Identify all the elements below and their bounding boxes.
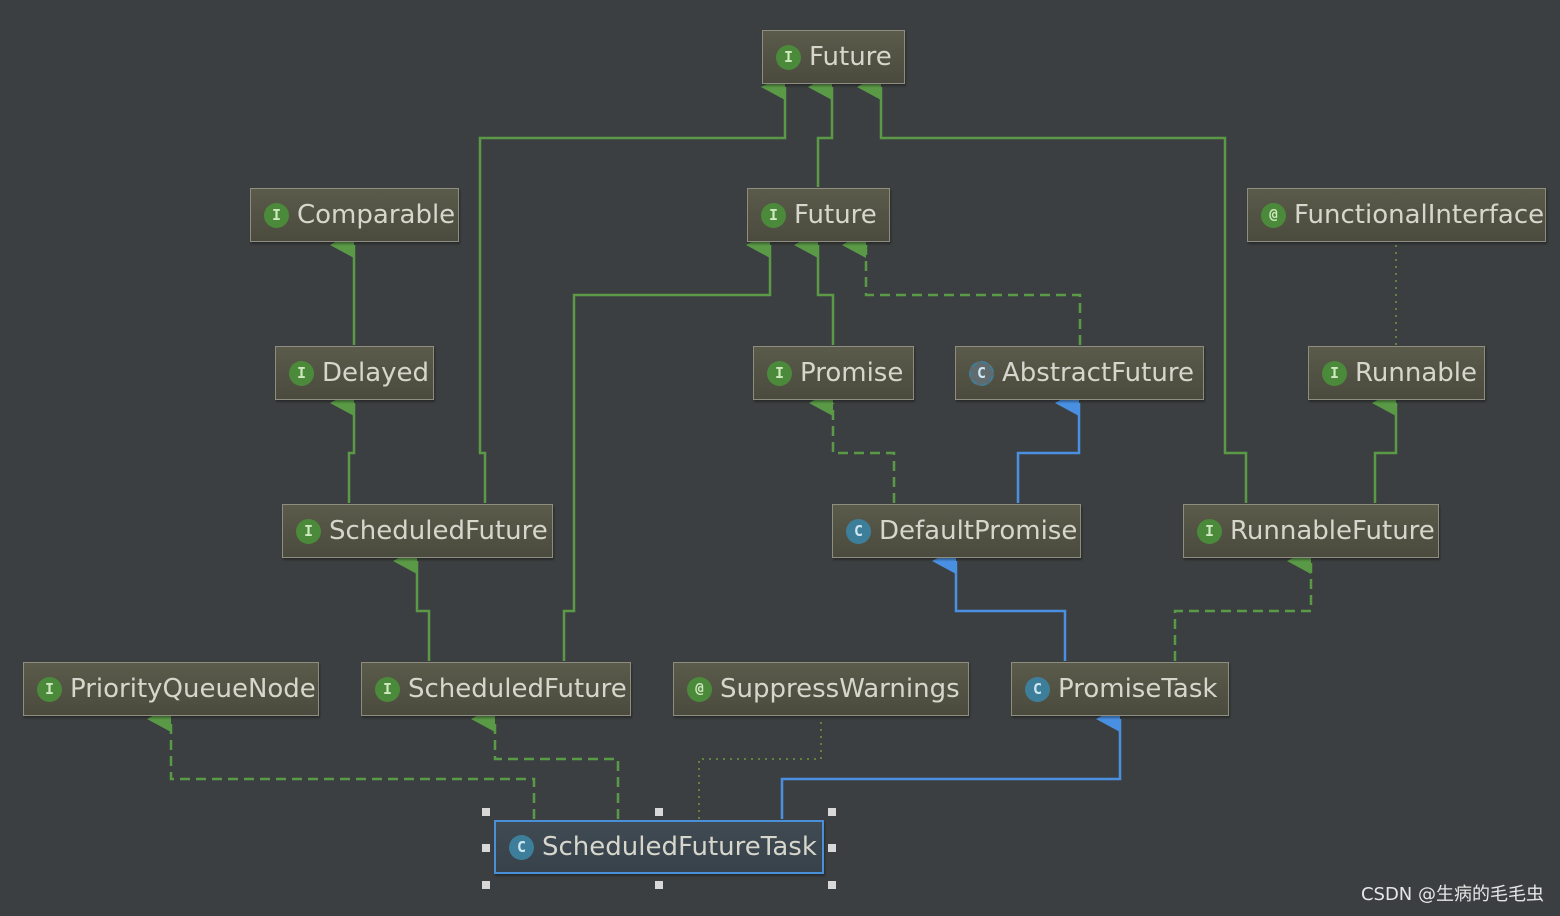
edge-sft-to-priorityqueuenode [147,706,536,819]
node-label: Comparable [297,200,456,230]
node-default-promise[interactable]: C DefaultPromise [832,504,1081,558]
node-label: Promise [800,358,904,388]
node-label: RunnableFuture [1230,516,1435,546]
edge-runnablefuture-to-runnable [1372,390,1398,503]
edge-scheduledfuture1-to-delayed [330,390,356,503]
interface-icon: I [776,44,801,70]
class-icon: C [846,518,871,544]
resize-handle-bottom-mid[interactable] [655,881,663,889]
interface-icon: I [1322,360,1347,386]
inheritance-edges [147,74,1398,819]
node-comparable[interactable]: I Comparable [250,188,459,242]
edge-sft-to-promisetask [780,706,1122,819]
class-icon: C [1025,676,1050,702]
node-label: ScheduledFutureTask [542,832,817,862]
edge-futuremid-to-futuretop [808,74,834,187]
interface-icon: I [767,360,792,386]
node-runnable-future[interactable]: I RunnableFuture [1183,504,1439,558]
edge-scheduledfuture2-to-scheduledfuture1 [393,548,431,661]
node-label: Delayed [322,358,430,388]
edge-promise-to-futuremid [794,232,835,345]
node-label: ScheduledFuture [408,674,627,704]
node-scheduled-future-task[interactable]: C ScheduledFutureTask [494,820,824,874]
resize-handle-top-mid[interactable] [655,808,663,816]
node-promise[interactable]: I Promise [753,346,914,400]
node-label: Future [809,42,892,72]
node-label: AbstractFuture [1002,358,1194,388]
edge-defaultpromise-to-promise [809,390,896,503]
abstract-class-icon: C [969,360,994,386]
node-suppress-warnings[interactable]: @ SuppressWarnings [673,662,969,716]
edge-promisetask-to-defaultpromise [932,548,1067,661]
node-label: SuppressWarnings [720,674,960,704]
watermark: CSDN @生病的毛毛虫 [1360,884,1544,905]
resize-handle-mid-right[interactable] [828,844,836,852]
node-promise-task[interactable]: C PromiseTask [1011,662,1229,716]
node-label: PromiseTask [1058,674,1218,704]
node-runnable[interactable]: I Runnable [1308,346,1485,400]
node-label: Future [794,200,877,230]
class-icon: C [509,834,534,860]
resize-handle-bottom-left[interactable] [482,881,490,889]
resize-handle-top-right[interactable] [828,808,836,816]
node-abstract-future[interactable]: C AbstractFuture [955,346,1204,400]
edge-sft-suppresswarnings [698,719,822,819]
node-label: DefaultPromise [879,516,1078,546]
annotation-icon: @ [1261,202,1286,228]
resize-handle-mid-left[interactable] [482,844,490,852]
node-priority-queue-node[interactable]: I PriorityQueueNode [23,662,319,716]
interface-icon: I [1197,518,1222,544]
node-label: Runnable [1355,358,1477,388]
interface-icon: I [761,202,786,228]
edge-sft-to-scheduledfuture2 [471,706,620,819]
edge-abstractfuture-to-futuremid [842,232,1082,345]
node-label: ScheduledFuture [329,516,548,546]
edge-promisetask-to-runnablefuture [1173,548,1313,661]
node-label: FunctionalInterface [1294,200,1545,230]
interface-icon: I [296,518,321,544]
node-label: PriorityQueueNode [70,674,316,704]
interface-icon: I [375,676,400,702]
edge-defaultpromise-to-abstractfuture [1016,390,1081,503]
edge-scheduledfuture2-to-futuremid [562,232,772,661]
node-delayed[interactable]: I Delayed [275,346,434,400]
interface-icon: I [264,202,289,228]
annotation-icon: @ [687,676,712,702]
interface-icon: I [289,360,314,386]
interface-icon: I [37,676,62,702]
resize-handle-top-left[interactable] [482,808,490,816]
node-future-mid[interactable]: I Future [747,188,890,242]
node-future-top[interactable]: I Future [762,30,905,84]
node-scheduled-future-2[interactable]: I ScheduledFuture [361,662,631,716]
node-scheduled-future-1[interactable]: I ScheduledFuture [282,504,553,558]
node-functional-interface[interactable]: @ FunctionalInterface [1247,188,1546,242]
resize-handle-bottom-right[interactable] [828,881,836,889]
